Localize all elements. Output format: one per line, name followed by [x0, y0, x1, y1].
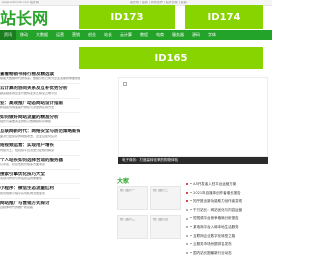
news-item[interactable]: 查看畅销书排行榜及精选读 随着大数据时代的到来，数据分析已成为企业决策的重要依据 [0, 72, 80, 81]
news-item[interactable]: 互联网新时代：网络安全与防范策略新探 面对日益复杂的网络攻击，企业应如何应对 [0, 129, 80, 138]
hot-image[interactable]: 热门图片三 [117, 215, 148, 239]
bullet-icon [186, 191, 188, 194]
news-desc: 随着大数据时代的到来，数据分析已成为企业决策的重要依据 [0, 77, 80, 81]
bullet-icon [186, 183, 188, 186]
bullet-icon [186, 200, 188, 203]
nav-item-startup[interactable]: 创业 [84, 30, 100, 40]
hot-image-alt: 热门图片四 [153, 218, 169, 221]
list-item[interactable]: • 某电商平台入局本地生活服务 [186, 223, 272, 232]
nav-item-news[interactable]: 资讯 [0, 30, 16, 40]
divider [0, 83, 80, 85]
bullet-icon [186, 217, 188, 220]
ad-banner-right[interactable]: ID174 [185, 5, 263, 29]
divider [0, 197, 80, 199]
list-item[interactable]: • A5开发者入驻平台运营方案 [186, 180, 272, 189]
ad-banner-middle[interactable]: ID165 [79, 47, 263, 69]
ad-banner-left[interactable]: ID173 [79, 5, 175, 29]
news-desc: 如何借助小程序实现私域流量变现 [0, 191, 46, 195]
divider [0, 168, 80, 170]
nav-item-ecommerce[interactable]: 电商 [152, 30, 168, 40]
divider [0, 183, 80, 185]
hot-image-alt: 热门图片二 [153, 189, 169, 192]
bullet-icon [186, 234, 188, 237]
top-bar-links[interactable]: 站长帮 | 最新 | 商务合作 | 站长交易 | 投稿 [130, 1, 187, 4]
divider [0, 140, 80, 142]
news-item[interactable]: 云计算的协同关系及互补优势分析 越来越多的企业开始将业务迁移至云端平台 [0, 86, 80, 95]
nav-item-webmaster[interactable]: 站长 [100, 30, 116, 40]
nav-item-mobile[interactable]: 移动 [16, 30, 32, 40]
site-logo[interactable]: 站长网 [0, 9, 60, 29]
list-item-text[interactable]: • 某电商平台入局本地生活服务 [190, 223, 239, 232]
hot-image[interactable]: 热门图片二 [150, 186, 181, 210]
bullet-icon [186, 243, 188, 246]
news-item[interactable]: 如何做好网站流量的精准分析 站长们需要关注的核心数据指标有哪些 [0, 115, 80, 124]
list-item[interactable]: • 千万站长：网站优化与内容运营 [186, 206, 272, 215]
news-item[interactable]: 搜索引擎优化技巧大全 关键词布局与外链建设的重要性 [0, 172, 80, 181]
list-item[interactable]: • 短视频平台竞争格局分析报告 [186, 214, 272, 223]
news-desc: 新站如何快速提升排名与流量的实用方法 [0, 105, 55, 109]
nav-item-ops[interactable]: 运营 [52, 30, 68, 40]
list-item-text[interactable]: • A5开发者入驻平台运营方案 [190, 180, 236, 189]
nav-item-tutorial[interactable]: 教程 [136, 30, 152, 40]
headline-list: • A5开发者入驻平台运营方案 • 2021年自媒体创作者增长报告 • 知乎推出… [186, 180, 272, 257]
nav-item-source[interactable]: 源码 [188, 30, 204, 40]
hot-image-alt: 热门图片三 [120, 218, 136, 221]
list-item[interactable]: • 国内站长圈最新行业动态 [186, 249, 272, 258]
hot-image[interactable]: 热门图片一 [117, 186, 148, 210]
nav-item-cloud[interactable]: 云计算 [116, 30, 136, 40]
bullet-icon [186, 252, 188, 255]
hot-image[interactable]: 热门图片四 [150, 215, 181, 239]
bullet-icon [186, 209, 188, 212]
news-item[interactable]: 小程序：微信生态流量红利 如何借助小程序实现私域流量变现 [0, 186, 80, 195]
news-desc: 内容为王，短视频平台流量分配规则解读 [0, 148, 55, 152]
list-item-text[interactable]: • 2021年自媒体创作者增长报告 [190, 189, 241, 198]
news-item[interactable]: 个人站长如何选择合适的服务器 从带宽、稳定性和价格多方面考虑 [0, 158, 80, 167]
divider [0, 154, 80, 156]
news-desc: 自媒体时代的推广新思路 [0, 205, 34, 209]
list-item-text[interactable]: • 千万站长：网站优化与内容运营 [190, 206, 242, 215]
nav-item-bigdata[interactable]: 大数据 [32, 30, 52, 40]
nav-item-server[interactable]: 服务器 [168, 30, 188, 40]
list-item[interactable]: • 知乎推出新功能助力创作者变现 [186, 197, 272, 206]
list-item-text[interactable]: • 云服务市场份额排名发布 [190, 240, 232, 249]
bullet-icon [186, 226, 188, 229]
list-item-text[interactable]: • 国内站长圈最新行业动态 [190, 249, 232, 258]
list-item[interactable]: • 2021年自媒体创作者增长报告 [186, 189, 272, 198]
news-desc: 面对日益复杂的网络攻击，企业应如何应对 [0, 134, 58, 138]
divider [0, 126, 80, 128]
list-item[interactable]: • 互联网企业数字化转型之路 [186, 232, 272, 241]
featured-caption[interactable]: 电子商务：打造高转化率的购物体验 [118, 157, 268, 164]
list-item[interactable]: • 云服务市场份额排名发布 [186, 240, 272, 249]
list-item-text[interactable]: • 互联网企业数字化转型之路 [190, 232, 235, 241]
broken-image-icon [123, 82, 127, 86]
news-desc: 站长们需要关注的核心数据指标有哪些 [0, 120, 52, 124]
divider [0, 111, 80, 113]
top-bar-site[interactable]: www.Admin5.com 站长网 [2, 1, 39, 4]
news-desc: 越来越多的企业开始将业务迁移至云端平台 [0, 91, 58, 95]
nav-item-font[interactable]: 字体 [204, 30, 220, 40]
nav-item-marketing[interactable]: 营销 [68, 30, 84, 40]
main-nav: 资讯 移动 大数据 运营 营销 创业 站长 云计算 教程 电商 服务器 源码 字… [0, 30, 272, 40]
news-desc: 从带宽、稳定性和价格多方面考虑 [0, 163, 46, 167]
news-item[interactable]: 短视频运营：实现用户增长 内容为王，短视频平台流量分配规则解读 [0, 143, 80, 152]
hot-section-title: 大家 [117, 178, 130, 185]
news-item[interactable]: 网站推广与营销方式探讨 自媒体时代的推广新思路 [0, 201, 80, 210]
news-list: 查看畅销书排行榜及精选读 随着大数据时代的到来，数据分析已成为企业决策的重要依据… [0, 72, 80, 210]
list-item-text[interactable]: • 知乎推出新功能助力创作者变现 [190, 197, 242, 206]
news-item[interactable]: 业：高效推广动态网站设计指南 新站如何快速提升排名与流量的实用方法 [0, 101, 80, 110]
featured-image[interactable] [118, 77, 268, 157]
list-item-text[interactable]: • 短视频平台竞争格局分析报告 [190, 214, 239, 223]
divider [0, 97, 80, 99]
news-desc: 关键词布局与外链建设的重要性 [0, 177, 43, 181]
hot-image-alt: 热门图片一 [120, 189, 136, 192]
